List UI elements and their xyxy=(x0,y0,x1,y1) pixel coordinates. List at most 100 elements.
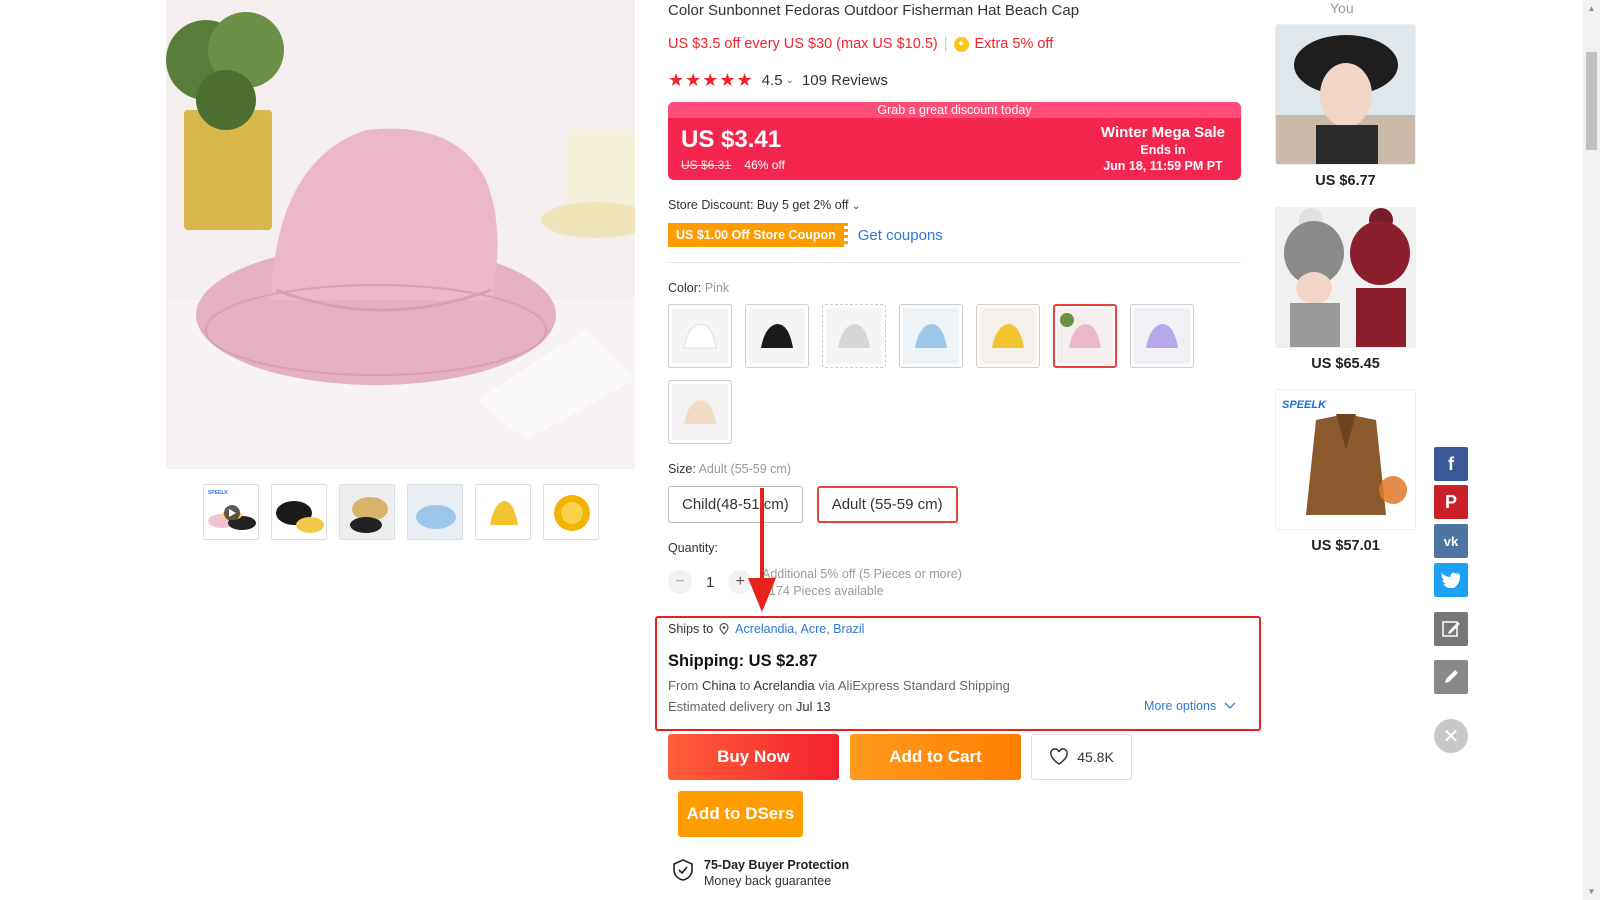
sale-event: Winter Mega Sale Ends in Jun 18, 11:59 P… xyxy=(1101,124,1225,173)
recommendations-header: You xyxy=(1330,0,1354,16)
recommendation-price: US $6.77 xyxy=(1315,173,1376,189)
wishlist-button[interactable]: 45.8K xyxy=(1031,734,1132,780)
swatch-beige[interactable] xyxy=(668,380,732,444)
shield-check-icon xyxy=(673,859,693,881)
quantity-info: Additional 5% off (5 Pieces or more) 317… xyxy=(762,566,962,600)
color-label-text: Color: xyxy=(668,281,702,295)
get-coupons-link[interactable]: Get coupons xyxy=(858,227,943,244)
ship-to-city: Acrelandia xyxy=(753,678,815,693)
quantity-minus-button[interactable]: − xyxy=(668,570,692,594)
thumbnail-strip: SPEELK xyxy=(203,484,599,540)
ship-to-word: to xyxy=(739,678,751,693)
shipping-route: From China to Acrelandia via AliExpress … xyxy=(668,678,1010,693)
recommendation-item[interactable]: US $6.77 xyxy=(1275,24,1416,189)
promo-line: US $3.5 off every US $30 (max US $10.5) … xyxy=(668,36,1053,52)
store-coupon-badge[interactable]: US $1.00 Off Store Coupon xyxy=(668,223,848,247)
size-label: Size: Adult (55-59 cm) xyxy=(668,462,791,476)
recommendation-price: US $57.01 xyxy=(1311,538,1380,554)
thumbnail-brand: SPEELK xyxy=(208,490,228,496)
add-to-dsers-button[interactable]: Add to DSers xyxy=(678,791,803,837)
swatch-grey[interactable] xyxy=(822,304,886,368)
swatch-pink[interactable] xyxy=(1053,304,1117,368)
sale-ends-label: Ends in xyxy=(1140,143,1186,157)
scrollbar-thumb[interactable] xyxy=(1586,52,1597,150)
ships-to-label: Ships to xyxy=(668,622,714,636)
swatch-purple[interactable] xyxy=(1130,304,1194,368)
star-rating-icon: ★★★★★ xyxy=(668,70,754,90)
thumbnail-yellow-top[interactable] xyxy=(543,484,599,540)
edit-icon[interactable] xyxy=(1434,612,1468,646)
swatch-white[interactable] xyxy=(668,304,732,368)
thumbnail-yellow[interactable] xyxy=(475,484,531,540)
color-label: Color: Pink xyxy=(668,281,729,295)
recommendation-item[interactable]: US $65.45 xyxy=(1275,207,1416,372)
promo-main: US $3.5 off every US $30 (max US $10.5) xyxy=(668,36,938,52)
size-option-adult[interactable]: Adult (55-59 cm) xyxy=(816,486,958,523)
more-options-text: More options xyxy=(1144,699,1217,713)
thumbnail-tan[interactable] xyxy=(339,484,395,540)
recommendation-item[interactable]: SPEELK US $57.01 xyxy=(1275,389,1416,554)
recommendation-image[interactable] xyxy=(1275,207,1416,348)
facebook-icon[interactable]: f xyxy=(1434,447,1468,481)
ships-to: Ships to Acrelandia, Acre, Brazil xyxy=(668,622,864,636)
sale-event-name: Winter Mega Sale xyxy=(1100,124,1225,141)
location-pin-icon xyxy=(719,623,729,635)
protection-subtitle: Money back guarantee xyxy=(704,874,832,888)
add-to-cart-button[interactable]: Add to Cart xyxy=(850,734,1021,780)
rating-row: ★★★★★ 4.5 ⌄ 109 Reviews xyxy=(668,70,888,91)
buy-now-button[interactable]: Buy Now xyxy=(668,734,839,780)
recommendation-image[interactable] xyxy=(1275,24,1416,165)
ship-location-link[interactable]: Acrelandia, Acre, Brazil xyxy=(735,622,864,636)
close-icon[interactable]: ✕ xyxy=(1434,719,1468,753)
store-discount-text: Store Discount: Buy 5 get 2% off xyxy=(668,198,849,212)
ship-from-prefix: From xyxy=(668,678,699,693)
ship-from-country: China xyxy=(701,678,736,693)
size-label-text: Size: xyxy=(668,462,696,476)
chevron-down-icon[interactable]: ⌄ xyxy=(786,75,794,86)
scroll-up-arrow-icon[interactable]: ▲ xyxy=(1583,0,1600,17)
more-options-link[interactable]: More options xyxy=(1144,699,1236,713)
chevron-down-icon: ⌄ xyxy=(851,201,861,212)
store-discount[interactable]: Store Discount: Buy 5 get 2% off ⌄ xyxy=(668,198,860,212)
est-date: Jul 13 xyxy=(795,699,831,714)
reviews-link[interactable]: 109 Reviews xyxy=(802,72,888,89)
thumbnail-black[interactable] xyxy=(271,484,327,540)
promo-extra[interactable]: Extra 5% off xyxy=(975,36,1054,52)
thumbnail-video[interactable]: SPEELK xyxy=(203,484,259,540)
thumbnail-blue[interactable] xyxy=(407,484,463,540)
scroll-down-arrow-icon[interactable]: ▼ xyxy=(1583,883,1600,900)
protection-title: 75-Day Buyer Protection xyxy=(704,858,850,872)
estimated-delivery: Estimated delivery on Jul 13 xyxy=(668,699,831,714)
quantity-label: Quantity: xyxy=(668,541,719,555)
promo-separator: | xyxy=(943,36,948,52)
swatch-yellow[interactable] xyxy=(976,304,1040,368)
rating-value[interactable]: 4.5 xyxy=(762,72,783,89)
quantity-value[interactable]: 1 xyxy=(706,574,714,591)
quantity-stepper: − 1 + xyxy=(668,570,753,594)
shipping-cost: Shipping: US $2.87 xyxy=(668,652,818,670)
original-price: US $6.31 xyxy=(681,158,732,172)
divider xyxy=(668,262,1241,263)
recommendation-image[interactable]: SPEELK xyxy=(1275,389,1416,530)
twitter-icon[interactable] xyxy=(1434,563,1468,597)
sale-original: US $6.31 46% off xyxy=(681,158,785,172)
vk-icon[interactable]: vk xyxy=(1434,524,1468,558)
est-prefix: Estimated delivery on xyxy=(668,699,793,714)
ship-via: via AliExpress Standard Shipping xyxy=(818,678,1010,693)
main-product-image[interactable] xyxy=(166,0,635,469)
pencil-icon[interactable] xyxy=(1434,660,1468,694)
sale-top-text: Grab a great discount today xyxy=(668,102,1241,118)
swatch-blue[interactable] xyxy=(899,304,963,368)
swatch-black[interactable] xyxy=(745,304,809,368)
quantity-available: 3174 Pieces available xyxy=(762,584,884,598)
pinterest-icon[interactable]: P xyxy=(1434,485,1468,519)
coupon-row: US $1.00 Off Store Coupon Get coupons xyxy=(668,223,943,247)
sale-price: US $3.41 xyxy=(681,126,782,153)
quantity-discount-info: Additional 5% off (5 Pieces or more) xyxy=(762,567,962,581)
coin-icon: ✦ xyxy=(953,36,969,52)
chevron-down-icon xyxy=(1224,702,1236,709)
color-value: Pink xyxy=(704,281,730,295)
recommendation-price: US $65.45 xyxy=(1311,356,1380,372)
heart-icon xyxy=(1050,748,1069,765)
size-option-child[interactable]: Child(48-51 cm) xyxy=(668,486,803,523)
